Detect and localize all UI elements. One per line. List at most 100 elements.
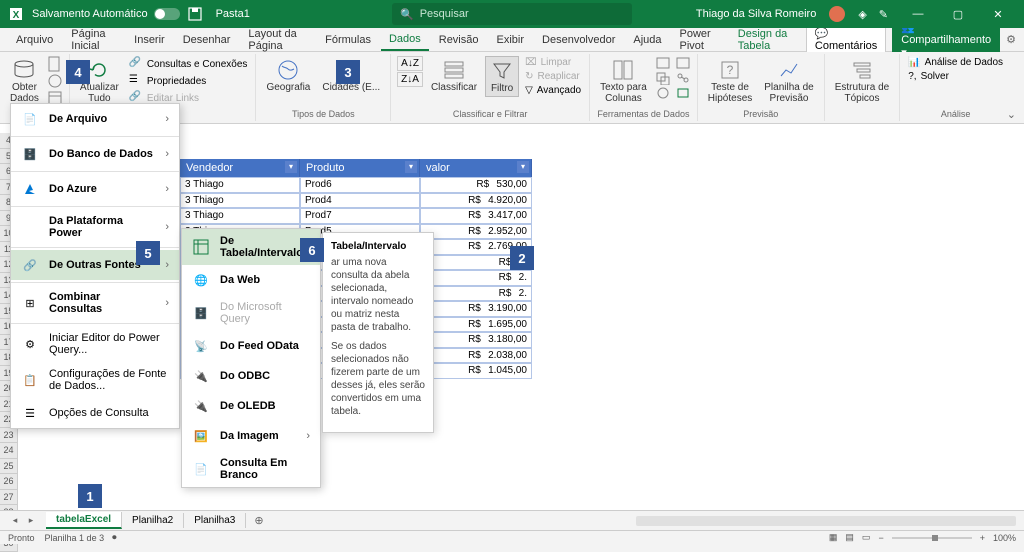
- col-header-produto[interactable]: Produto▾: [300, 159, 420, 177]
- sheet-nav-first[interactable]: ◂: [8, 515, 22, 526]
- menu-power-platform[interactable]: Da Plataforma Power›: [11, 209, 179, 245]
- from-web-icon[interactable]: [47, 73, 63, 89]
- planilha-previsao-button[interactable]: Planilha de Previsão: [760, 56, 817, 106]
- menu-power-query-editor[interactable]: ⚙Iniciar Editor do Power Query...: [11, 326, 179, 362]
- view-pagebreak-icon[interactable]: ▭: [862, 532, 871, 543]
- zoom-slider[interactable]: [892, 537, 972, 539]
- obter-dados-button[interactable]: Obter Dados: [6, 56, 43, 106]
- table-range-icon: [192, 238, 210, 256]
- tab-pagina-inicial[interactable]: Página Inicial: [63, 24, 124, 56]
- tab-desenhar[interactable]: Desenhar: [175, 30, 239, 50]
- comments-button[interactable]: 💬 Comentários: [806, 24, 886, 55]
- texto-colunas-button[interactable]: Texto para Colunas: [596, 56, 651, 106]
- table-row[interactable]: 3 ThiagoProd4R$4.920,00: [180, 193, 532, 209]
- menu-azure[interactable]: Do Azure›: [11, 174, 179, 204]
- reaplicar: ↻Reaplicar: [523, 70, 583, 83]
- minimize-button[interactable]: —: [900, 0, 936, 28]
- menu-fonte-dados-config[interactable]: 📋Configurações de Fonte de Dados...: [11, 362, 179, 398]
- pq-editor-icon: ⚙: [21, 335, 39, 353]
- zoom-level[interactable]: 100%: [993, 533, 1016, 543]
- submenu-imagem[interactable]: 🖼️Da Imagem›: [182, 421, 320, 451]
- flash-fill-icon[interactable]: [655, 56, 671, 70]
- autosave-toggle[interactable]: Salvamento Automático: [32, 8, 180, 20]
- menu-combinar[interactable]: ⊞Combinar Consultas›: [11, 285, 179, 321]
- col-header-valor[interactable]: valor▾: [420, 159, 532, 177]
- analise-dados[interactable]: 📊Análise de Dados: [906, 56, 1005, 69]
- tab-formulas[interactable]: Fórmulas: [317, 30, 379, 50]
- relations-icon[interactable]: [675, 71, 691, 85]
- consolidate-icon[interactable]: [675, 56, 691, 70]
- tab-exibir[interactable]: Exibir: [489, 30, 533, 50]
- ribbon-options-icon[interactable]: ⚙: [1006, 33, 1016, 46]
- validation-icon[interactable]: [655, 86, 671, 100]
- data-model-icon[interactable]: [675, 86, 691, 100]
- maximize-button[interactable]: ▢: [940, 0, 976, 28]
- tooltip-body1: ar uma nova consulta da abela selecionad…: [331, 256, 425, 334]
- submenu-consulta-branco[interactable]: 📄Consulta Em Branco: [182, 451, 320, 487]
- macro-record-icon[interactable]: ⏺: [112, 532, 117, 543]
- tab-revisao[interactable]: Revisão: [431, 30, 487, 50]
- group-analise-label: Análise: [906, 107, 1005, 119]
- consultas-conexoes[interactable]: 🔗Consultas e Conexões: [127, 56, 250, 72]
- tab-arquivo[interactable]: Arquivo: [8, 30, 61, 50]
- web-icon: 🌐: [192, 271, 210, 289]
- remove-dup-icon[interactable]: [655, 71, 671, 85]
- view-layout-icon[interactable]: ▤: [845, 532, 854, 543]
- propriedades[interactable]: ☰Propriedades: [127, 73, 250, 89]
- geografia-button[interactable]: Geografia: [262, 56, 314, 95]
- tab-desenvolvedor[interactable]: Desenvolvedor: [534, 30, 623, 50]
- ribbon-collapse-icon[interactable]: ⌄: [1007, 108, 1016, 121]
- sheet-tab-tabelaexcel[interactable]: tabelaExcel: [46, 512, 122, 529]
- from-text-icon[interactable]: [47, 56, 63, 72]
- annotation-5: 5: [136, 241, 160, 265]
- tab-ajuda[interactable]: Ajuda: [625, 30, 669, 50]
- solver[interactable]: ?,Solver: [906, 70, 1005, 83]
- datasource-icon: 📋: [21, 371, 39, 389]
- col-header-vendedor[interactable]: Vendedor▾: [180, 159, 300, 177]
- tab-design-tabela[interactable]: Design da Tabela: [730, 24, 804, 56]
- view-normal-icon[interactable]: ▦: [829, 532, 838, 543]
- classificar-button[interactable]: Classificar: [427, 56, 481, 95]
- search-box[interactable]: 🔍 Pesquisar: [392, 3, 632, 25]
- filtro-button[interactable]: Filtro: [485, 56, 519, 97]
- sheet-tab-planilha2[interactable]: Planilha2: [122, 513, 184, 528]
- menu-opcoes-consulta[interactable]: ☰Opções de Consulta: [11, 398, 179, 428]
- table-row[interactable]: 3 ThiagoProd7R$3.417,00: [180, 208, 532, 224]
- save-icon[interactable]: [188, 7, 202, 21]
- tab-layout[interactable]: Layout da Página: [240, 24, 315, 56]
- search-icon: 🔍: [400, 8, 414, 21]
- add-sheet-button[interactable]: ⊕: [246, 514, 271, 527]
- submenu-oledb[interactable]: 🔌De OLEDB: [182, 391, 320, 421]
- menu-de-arquivo[interactable]: 📄De Arquivo›: [11, 104, 179, 134]
- submenu-odbc[interactable]: 🔌Do ODBC: [182, 361, 320, 391]
- sort-za-icon[interactable]: Z↓A: [397, 72, 423, 87]
- zoom-out[interactable]: −: [878, 533, 883, 543]
- advanced-icon: ▽: [525, 85, 533, 96]
- close-button[interactable]: ✕: [980, 0, 1016, 28]
- excel-icon: X: [8, 6, 24, 22]
- horizontal-scrollbar[interactable]: [636, 516, 1016, 526]
- diamond-icon[interactable]: ◈: [858, 8, 866, 21]
- zoom-in[interactable]: +: [980, 533, 985, 543]
- row-header: 23: [0, 428, 18, 444]
- submenu-web[interactable]: 🌐Da Web: [182, 265, 320, 295]
- tab-dados[interactable]: Dados: [381, 29, 429, 51]
- pen-icon[interactable]: ✎: [879, 8, 888, 21]
- whatif-icon: ?: [718, 58, 742, 82]
- teste-hipoteses-button[interactable]: ?Teste de Hipóteses: [704, 56, 756, 106]
- estrutura-topicos-button[interactable]: Estrutura de Tópicos: [831, 56, 893, 106]
- sheet-tab-planilha3[interactable]: Planilha3: [184, 513, 246, 528]
- menu-banco-dados[interactable]: 🗄️Do Banco de Dados›: [11, 139, 179, 169]
- tab-powerpivot[interactable]: Power Pivot: [672, 24, 728, 56]
- other-sources-icon: 🔗: [21, 256, 39, 274]
- submenu-odata[interactable]: 📡Do Feed OData: [182, 331, 320, 361]
- avatar-icon[interactable]: [828, 5, 846, 23]
- toggle-switch[interactable]: [154, 8, 180, 20]
- table-row[interactable]: 3 ThiagoProd6R$530,00: [180, 177, 532, 193]
- tab-inserir[interactable]: Inserir: [126, 30, 173, 50]
- group-ferramentas-label: Ferramentas de Dados: [596, 107, 691, 119]
- sheet-nav-prev[interactable]: ▸: [24, 515, 38, 526]
- username[interactable]: Thiago da Silva Romeiro: [696, 8, 816, 20]
- avancado[interactable]: ▽Avançado: [523, 84, 583, 97]
- sort-az-icon[interactable]: A↓Z: [397, 56, 423, 71]
